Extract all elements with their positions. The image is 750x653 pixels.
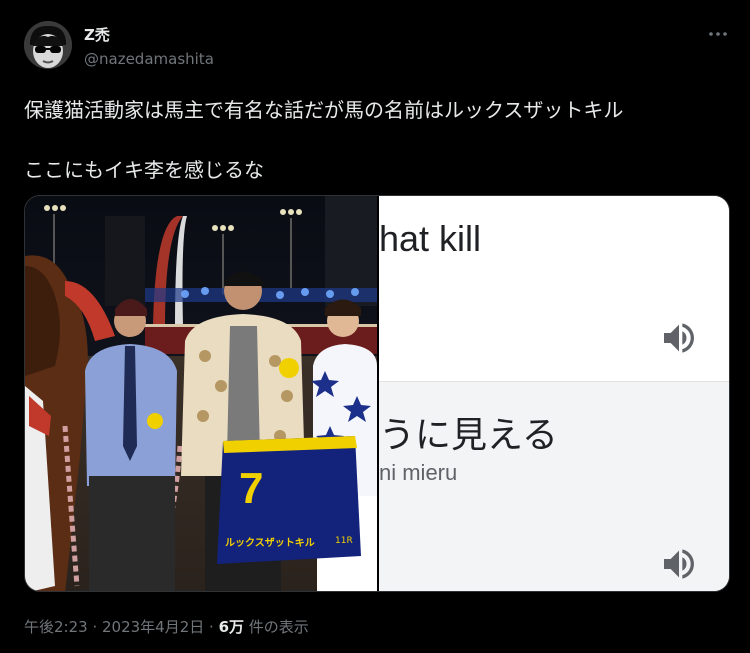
tweet-text-line-1: 保護猫活動家は馬主で有名な話だが馬の名前はルックスザットキル — [24, 98, 624, 122]
tweet-time[interactable]: 午後2:23 — [24, 618, 88, 636]
translation-english-text: hat kill — [379, 218, 482, 259]
winners-circle-illustration — [25, 196, 377, 591]
translation-screenshot: hat kill うに見える ni mieru — [379, 196, 729, 591]
display-name[interactable]: Z禿 — [84, 24, 110, 45]
meta-separator: · — [204, 618, 219, 636]
tweet-date[interactable]: 2023年4月2日 — [102, 618, 204, 636]
translation-english-panel: hat kill — [379, 196, 729, 381]
saddle-number: 7 — [239, 464, 264, 513]
speaker-icon[interactable] — [659, 318, 699, 358]
views-count: 6万 — [218, 618, 245, 636]
views-label: 件の表示 — [244, 618, 309, 636]
winners-circle-photo: 7 ルックスザットキル 11R — [25, 196, 377, 591]
avatar[interactable] — [24, 21, 72, 69]
race-label: 11R — [335, 536, 353, 546]
tweet-metadata: 午後2:23 · 2023年4月2日 · 6万 件の表示 — [24, 616, 309, 637]
translation-romaji-text: ni mieru — [379, 460, 458, 485]
horse-name-banner: ルックスザットキル — [225, 538, 315, 549]
more-horizontal-icon — [709, 32, 727, 36]
tweet-card: Z禿 @nazedamashita 保護猫活動家は馬主で有名な話だが馬の名前はル… — [0, 0, 750, 653]
media-image[interactable]: 7 ルックスザットキル 11R hat kill うに見える ni mieru — [24, 195, 730, 592]
more-options-button[interactable] — [700, 22, 736, 46]
speaker-icon[interactable] — [659, 544, 699, 584]
tweet-text-line-2: ここにもイキ李を感じるな — [24, 158, 264, 182]
translation-japanese-text: うに見える — [379, 415, 558, 456]
translation-japanese-panel: うに見える ni mieru — [379, 382, 729, 591]
avatar-sunglasses-icon — [24, 21, 72, 69]
meta-separator: · — [87, 618, 102, 636]
user-handle[interactable]: @nazedamashita — [84, 50, 214, 68]
